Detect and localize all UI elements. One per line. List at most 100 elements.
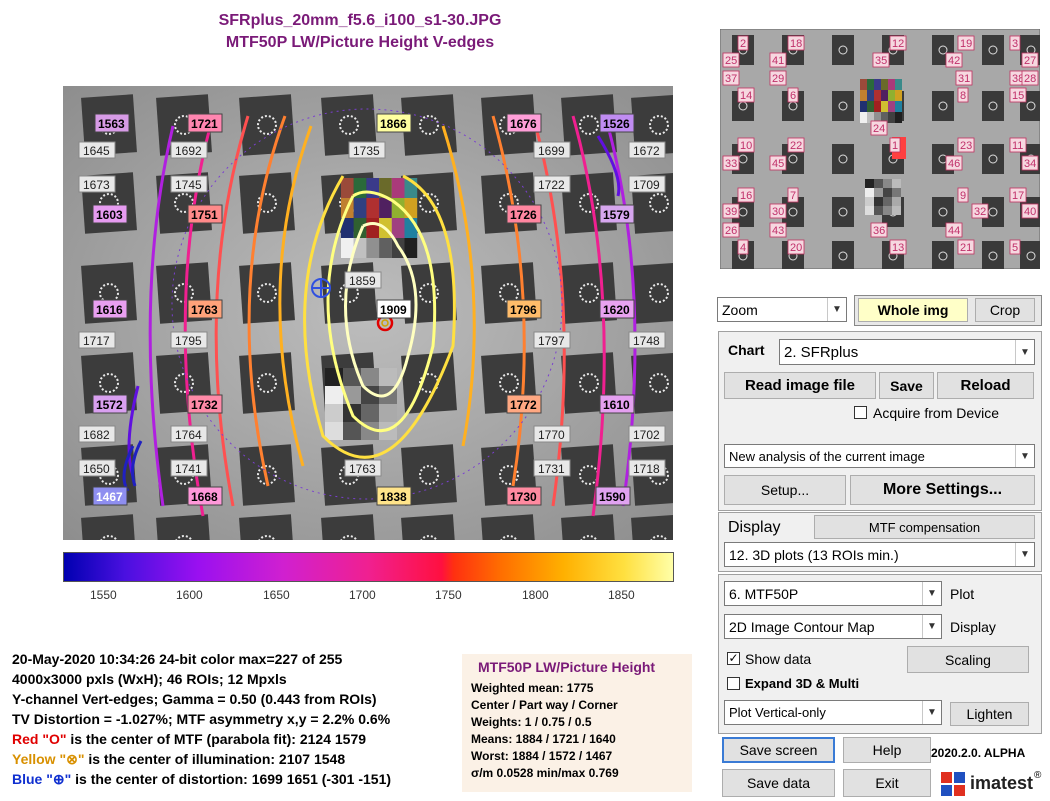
thumb-roi-label: 8	[957, 87, 969, 103]
thumb-roi-label: 30	[769, 203, 787, 219]
info-line-2: 4000x3000 pxls (WxH); 46 ROIs; 12 Mpxls	[12, 671, 287, 687]
svg-text:1672: 1672	[633, 144, 660, 158]
svg-text:1668: 1668	[191, 490, 218, 504]
svg-text:1748: 1748	[633, 334, 660, 348]
svg-text:23: 23	[960, 140, 972, 152]
grid-value-label: 1682	[78, 425, 116, 443]
svg-text:1645: 1645	[83, 144, 110, 158]
chart-tile	[239, 514, 295, 540]
thumb-roi-label: 11	[1009, 137, 1027, 153]
setup-button[interactable]: Setup...	[724, 475, 846, 505]
thumb-gray-patch	[883, 197, 892, 206]
chart-tile	[239, 94, 295, 156]
roi-value-label: 1467	[92, 486, 128, 506]
plot-type-select[interactable]: 12. 3D plots (13 ROIs min.) ▼	[724, 542, 1035, 567]
thumb-tile	[932, 91, 954, 121]
svg-text:1718: 1718	[633, 462, 660, 476]
roi-value-label: 1526	[599, 113, 635, 133]
svg-text:1: 1	[892, 140, 898, 152]
thumb-gray-patch	[892, 188, 901, 197]
colorbar-tick-label: 1600	[176, 588, 203, 602]
save-data-button[interactable]: Save data	[722, 769, 835, 797]
metric-select[interactable]: 6. MTF50P ▼	[724, 581, 942, 606]
thumb-color-patch	[867, 101, 874, 112]
svg-text:1702: 1702	[633, 428, 660, 442]
thumb-tile	[832, 35, 854, 65]
svg-text:29: 29	[772, 73, 784, 85]
zoom-select[interactable]: Zoom ▼	[717, 297, 847, 322]
thumbnail-image[interactable]: 2 18 12 19 325 41 35 42 2737 29 31 3814 6 8 152410 22 23…	[720, 29, 1040, 269]
grid-value-label: 1650	[78, 459, 116, 477]
thumb-gray-patch	[874, 179, 883, 188]
gray-patch	[343, 422, 361, 440]
save-button[interactable]: Save	[879, 372, 934, 399]
svg-text:16: 16	[740, 190, 752, 202]
thumb-roi-label: 26	[722, 222, 740, 238]
mtf-compensation-button[interactable]: MTF compensation	[814, 515, 1035, 539]
chart-tile	[631, 514, 673, 540]
thumb-tile	[932, 241, 954, 269]
thumb-roi-label: 27	[1021, 52, 1039, 68]
color-patch	[391, 218, 405, 238]
roi-value-label: 1610	[599, 394, 635, 414]
thumb-roi-label: 6	[787, 87, 799, 103]
scaling-button[interactable]: Scaling	[907, 646, 1029, 673]
analysis-select[interactable]: New analysis of the current image ▼	[724, 444, 1035, 468]
yellow-label: Yellow "⊗"	[12, 751, 85, 767]
stats-weights: Weights: 1 / 0.75 / 0.5	[471, 715, 592, 729]
read-image-file-button[interactable]: Read image file	[724, 372, 876, 399]
thumb-roi-label: 32	[971, 203, 989, 219]
imatest-logo-icon	[941, 772, 965, 796]
roi-value-label: 1620	[599, 299, 635, 319]
thumb-roi-label: 36	[870, 222, 888, 238]
thumb-roi-label: 1	[889, 137, 901, 153]
lighten-button[interactable]: Lighten	[950, 702, 1029, 726]
chart-select[interactable]: 2. SFRplus ▼	[779, 339, 1035, 365]
roi-value-label: 1603	[92, 204, 128, 224]
red-label: Red "O"	[12, 731, 67, 747]
reload-button[interactable]: Reload	[937, 372, 1034, 399]
map-type-select[interactable]: 2D Image Contour Map ▼	[724, 614, 942, 639]
more-settings-button[interactable]: More Settings...	[850, 475, 1035, 505]
grid-value-label: 1645	[78, 141, 116, 159]
show-data-checkbox[interactable]: ✓	[727, 652, 740, 665]
save-screen-button[interactable]: Save screen	[722, 737, 835, 763]
svg-text:1717: 1717	[83, 334, 110, 348]
thumb-color-patch	[881, 101, 888, 112]
crop-button[interactable]: Crop	[975, 298, 1035, 322]
help-button[interactable]: Help	[843, 737, 931, 763]
colorbar-tick-label: 1550	[90, 588, 117, 602]
thumb-color-patch	[888, 101, 895, 112]
svg-text:1603: 1603	[96, 208, 123, 222]
acquire-checkbox[interactable]	[854, 406, 867, 419]
plot-vertical-select[interactable]: Plot Vertical-only ▼	[724, 700, 942, 725]
blue-distortion-center-marker	[311, 278, 331, 298]
expand-checkbox[interactable]	[727, 677, 740, 690]
svg-text:1692: 1692	[175, 144, 202, 158]
thumb-roi-label: 17	[1009, 187, 1027, 203]
color-patch-block	[341, 178, 418, 258]
thumb-roi-label: 19	[957, 35, 975, 51]
svg-text:1730: 1730	[510, 490, 537, 504]
stats-title: MTF50P LW/Picture Height	[478, 659, 656, 675]
svg-text:1772: 1772	[510, 398, 537, 412]
svg-text:1859: 1859	[349, 274, 376, 288]
svg-text:1590: 1590	[599, 490, 626, 504]
grid-value-label: 1672	[628, 141, 666, 159]
thumb-roi-label: 14	[737, 87, 755, 103]
svg-text:24: 24	[873, 123, 885, 135]
svg-text:1616: 1616	[96, 303, 123, 317]
grid-value-label: 1702	[628, 425, 666, 443]
exit-button[interactable]: Exit	[843, 769, 931, 797]
chart-tile	[631, 262, 673, 324]
color-patch	[366, 218, 380, 238]
chevron-down-icon: ▼	[827, 298, 846, 321]
whole-img-button[interactable]: Whole img	[858, 298, 968, 322]
info-line-blue: Blue "⊕" is the center of distortion: 16…	[12, 771, 391, 788]
thumb-gray-patch	[892, 206, 901, 215]
stats-worst: Worst: 1884 / 1572 / 1467	[471, 749, 613, 763]
roi-value-label: 1732	[187, 394, 223, 414]
display-mode-label: Display	[950, 619, 996, 635]
chart-tile	[561, 514, 617, 540]
svg-text:1745: 1745	[175, 178, 202, 192]
